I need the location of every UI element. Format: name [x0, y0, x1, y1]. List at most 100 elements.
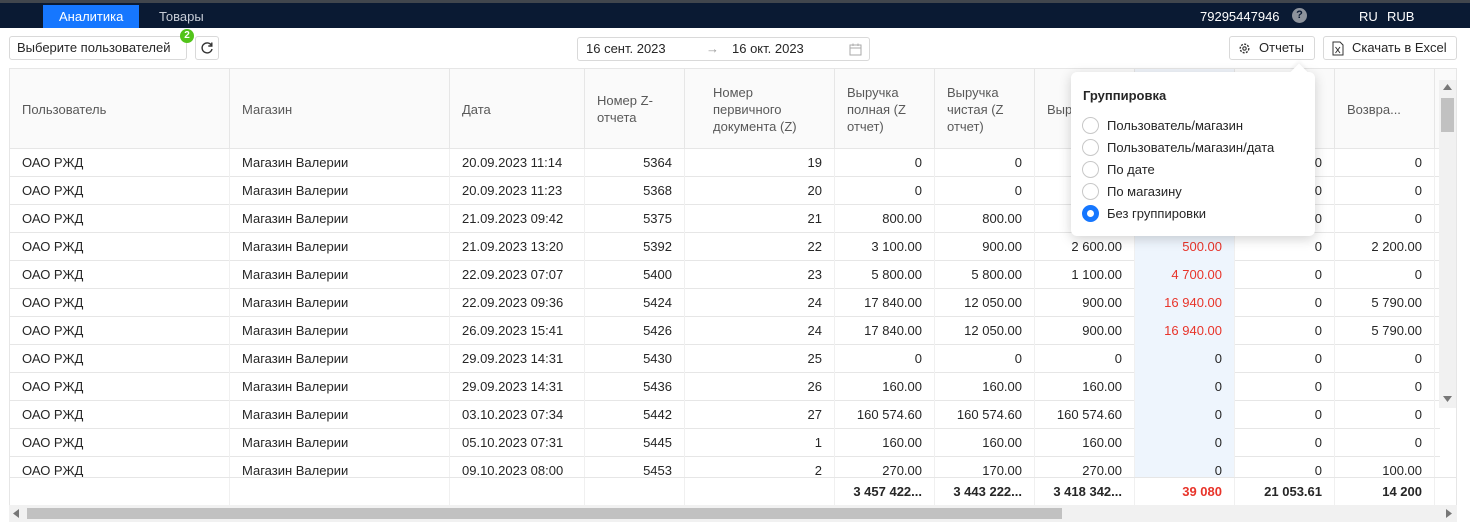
grouping-option-label[interactable]: По магазину [1107, 184, 1182, 199]
horizontal-scrollbar[interactable] [9, 505, 1457, 522]
help-icon[interactable]: ? [1292, 8, 1307, 23]
cell-date: 29.09.2023 14:31 [450, 373, 585, 401]
cell-difference: 4 700.00 [1135, 261, 1235, 289]
cell-z-report-number: 5426 [585, 317, 685, 345]
select-users-button[interactable]: Выберите пользователей [9, 36, 187, 60]
horizontal-scroll-thumb[interactable] [27, 508, 1062, 519]
grouping-option-label[interactable]: Пользователь/магазин/дата [1107, 140, 1274, 155]
user-phone[interactable]: 79295447946 [1200, 5, 1280, 28]
cell-store: Магазин Валерии [230, 177, 450, 205]
cell-revenue-net: 160 574.60 [935, 401, 1035, 429]
cell-z-report-number: 5445 [585, 429, 685, 457]
cell-user: ОАО РЖД [10, 289, 230, 317]
reports-button[interactable]: Отчеты [1229, 36, 1315, 60]
cell-date: 05.10.2023 07:31 [450, 429, 585, 457]
grouping-radio-3[interactable] [1082, 183, 1099, 200]
cell-primary-doc-number: 27 [685, 401, 835, 429]
language-selector[interactable]: RU [1359, 5, 1378, 28]
cell-revenue-net: 12 050.00 [935, 317, 1035, 345]
gear-icon [1239, 43, 1250, 54]
table-row[interactable]: ОАО РЖД Магазин Валерии 22.09.2023 09:36 54… [10, 289, 1440, 317]
col-header-z-report-number[interactable]: Номер Z-отчета [585, 69, 685, 149]
cell-z-report-number: 5442 [585, 401, 685, 429]
grouping-option-label[interactable]: Пользователь/магазин [1107, 118, 1243, 133]
col-header-primary-doc-number[interactable]: Номер первичного документа (Z) [685, 69, 835, 149]
table-row[interactable]: ОАО РЖД Магазин Валерии 05.10.2023 07:31 54… [10, 429, 1440, 457]
cell-returns: 0 [1335, 261, 1435, 289]
grouping-radio-4[interactable] [1082, 205, 1099, 222]
cell-revenue-net: 0 [935, 149, 1035, 177]
grouping-radio-1[interactable] [1082, 139, 1099, 156]
cell-store: Магазин Валерии [230, 289, 450, 317]
grouping-radio-0[interactable] [1082, 117, 1099, 134]
cell-z-report-number: 5430 [585, 345, 685, 373]
cell-store: Магазин Валерии [230, 317, 450, 345]
total-difference: 39 080 [1135, 478, 1235, 505]
col-header-user[interactable]: Пользователь [10, 69, 230, 149]
total-revenue-net: 3 443 222... [935, 478, 1035, 505]
cell-z-report-number: 5375 [585, 205, 685, 233]
cell-returns: 0 [1335, 205, 1435, 233]
cell-returns: 5 790.00 [1335, 289, 1435, 317]
cell-revenue-by-checks: 160.00 [1035, 373, 1135, 401]
cell-z-report-number: 5392 [585, 233, 685, 261]
cell-revenue-net: 12 050.00 [935, 289, 1035, 317]
grouping-option-label[interactable]: По дате [1107, 162, 1155, 177]
date-from[interactable]: 16 сент. 2023 [586, 41, 666, 56]
grouping-option-label[interactable]: Без группировки [1107, 206, 1206, 221]
table-row[interactable]: ОАО РЖД Магазин Валерии 21.09.2023 13:20 53… [10, 233, 1440, 261]
table-row[interactable]: ОАО РЖД Магазин Валерии 03.10.2023 07:34 54… [10, 401, 1440, 429]
currency-selector[interactable]: RUB [1387, 5, 1414, 28]
cell-revenue-by-checks: 0 [1035, 345, 1135, 373]
cell-primary-doc-number: 19 [685, 149, 835, 177]
table-row[interactable]: ОАО РЖД Магазин Валерии 29.09.2023 14:31 54… [10, 373, 1440, 401]
scroll-down-icon[interactable] [1443, 396, 1452, 402]
cell-col10: 0 [1235, 289, 1335, 317]
reports-label: Отчеты [1259, 40, 1304, 55]
calendar-icon [849, 43, 862, 56]
col-header-store[interactable]: Магазин [230, 69, 450, 149]
cell-col10: 0 [1235, 345, 1335, 373]
col-header-date[interactable]: Дата [450, 69, 585, 149]
cell-date: 21.09.2023 09:42 [450, 205, 585, 233]
cell-user: ОАО РЖД [10, 261, 230, 289]
selected-users-badge: 2 [180, 29, 194, 43]
cell-primary-doc-number: 22 [685, 233, 835, 261]
cell-revenue-full: 160.00 [835, 373, 935, 401]
cell-returns: 5 790.00 [1335, 317, 1435, 345]
cell-date: 20.09.2023 11:14 [450, 149, 585, 177]
cell-returns: 0 [1335, 429, 1435, 457]
tab-analytics[interactable]: Аналитика [43, 5, 140, 28]
cell-difference: 500.00 [1135, 233, 1235, 261]
grouping-radio-2[interactable] [1082, 161, 1099, 178]
cell-primary-doc-number: 1 [685, 429, 835, 457]
scroll-up-icon[interactable] [1443, 84, 1452, 90]
vertical-scroll-thumb[interactable] [1441, 98, 1454, 132]
cell-store: Магазин Валерии [230, 149, 450, 177]
cell-difference: 16 940.00 [1135, 317, 1235, 345]
table-row[interactable]: ОАО РЖД Магазин Валерии 26.09.2023 15:41 54… [10, 317, 1440, 345]
date-to[interactable]: 16 окт. 2023 [732, 41, 804, 56]
vertical-scrollbar[interactable] [1439, 80, 1456, 408]
date-range-picker[interactable]: 16 сент. 2023 → 16 окт. 2023 [577, 37, 870, 61]
cell-revenue-full: 17 840.00 [835, 317, 935, 345]
col-header-returns[interactable]: Возвра... [1335, 69, 1435, 149]
cell-primary-doc-number: 20 [685, 177, 835, 205]
cell-revenue-full: 0 [835, 149, 935, 177]
cell-revenue-net: 0 [935, 177, 1035, 205]
table-row[interactable]: ОАО РЖД Магазин Валерии 22.09.2023 07:07 54… [10, 261, 1440, 289]
export-excel-label: Скачать в Excel [1352, 40, 1447, 55]
cell-revenue-net: 5 800.00 [935, 261, 1035, 289]
export-excel-button[interactable]: Скачать в Excel [1323, 36, 1457, 60]
cell-primary-doc-number: 23 [685, 261, 835, 289]
refresh-button[interactable] [195, 36, 219, 60]
total-revenue-full: 3 457 422... [835, 478, 935, 505]
table-totals-row: 3 457 422... 3 443 222... 3 418 342... 3… [10, 477, 1456, 505]
scroll-right-icon[interactable] [1446, 509, 1452, 518]
col-header-revenue-net[interactable]: Выручка чистая (Z отчет) [935, 69, 1035, 149]
table-row[interactable]: ОАО РЖД Магазин Валерии 29.09.2023 14:31 54… [10, 345, 1440, 373]
scroll-left-icon[interactable] [13, 509, 19, 518]
tab-products[interactable]: Товары [143, 5, 220, 28]
cell-revenue-full: 0 [835, 177, 935, 205]
col-header-revenue-full[interactable]: Выручка полная (Z отчет) [835, 69, 935, 149]
